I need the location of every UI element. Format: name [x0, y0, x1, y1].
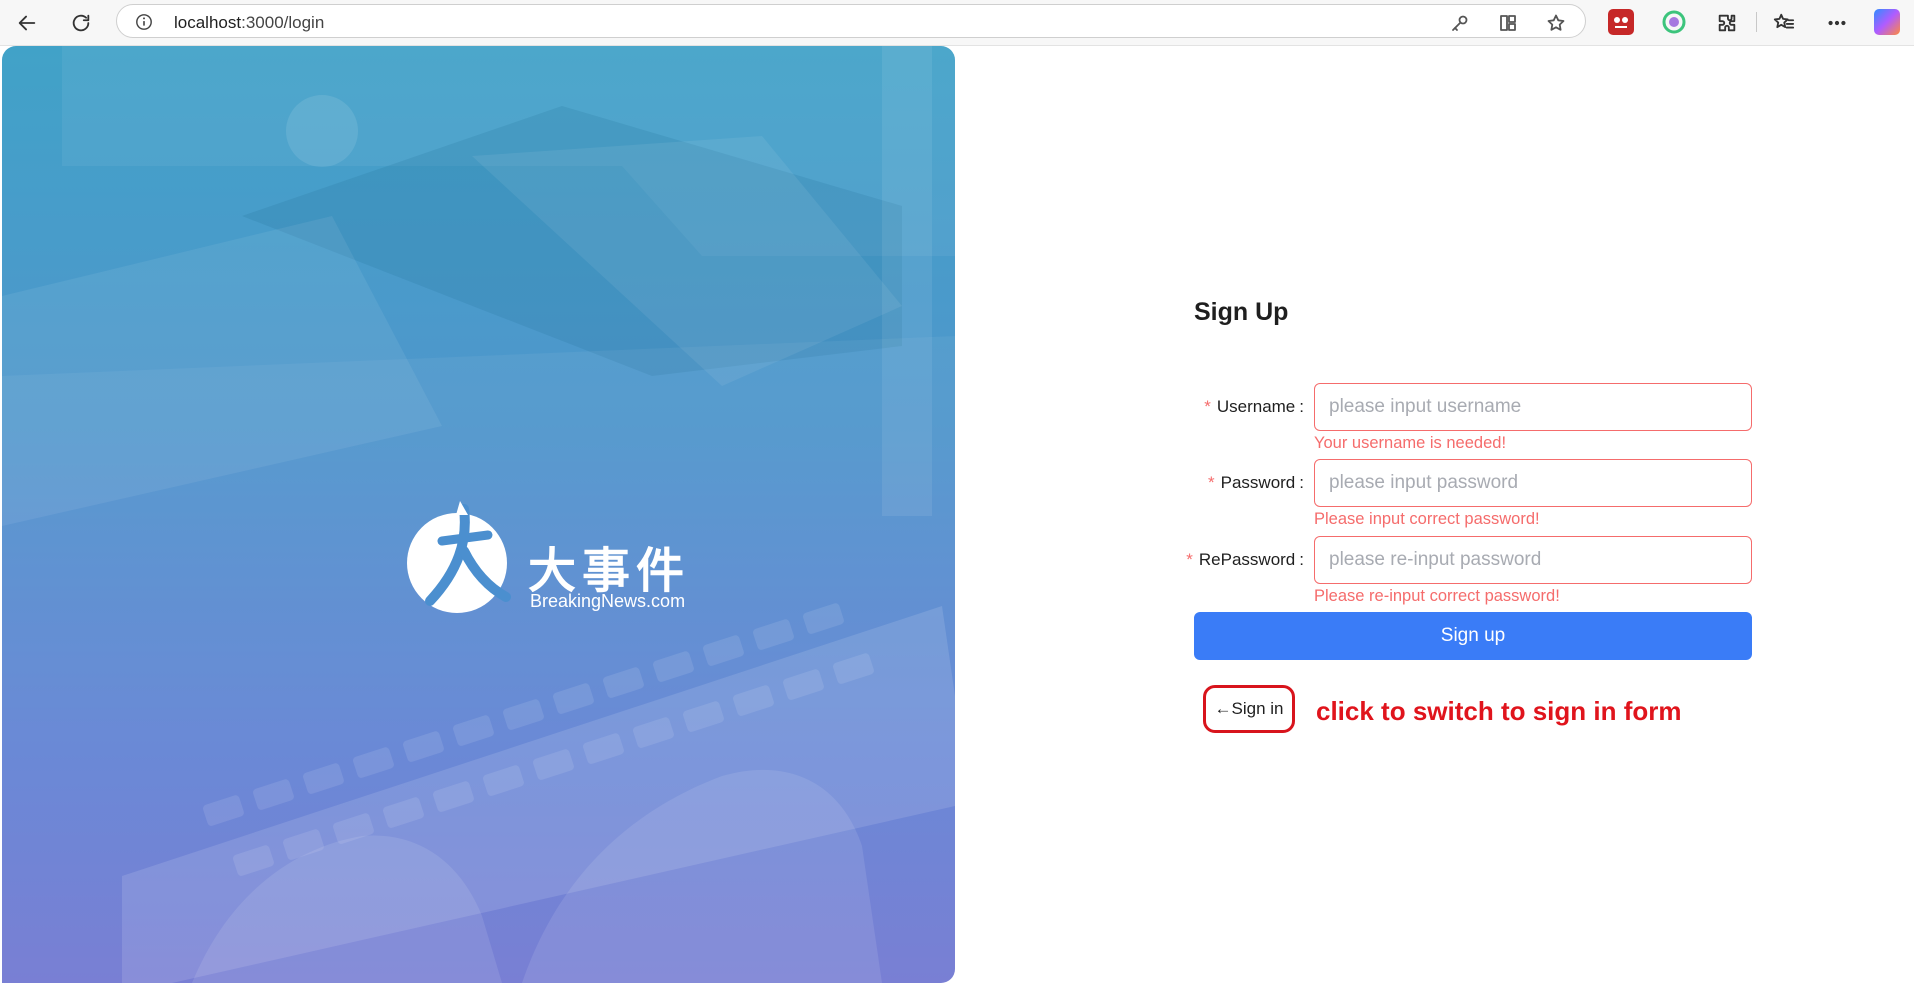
extension-red-icon[interactable]	[1608, 9, 1634, 35]
repassword-label-text: RePassword	[1198, 550, 1296, 569]
info-icon[interactable]	[135, 13, 153, 31]
favorites-icon[interactable]	[1767, 6, 1801, 40]
copilot-icon[interactable]	[1874, 9, 1900, 35]
required-mark: *	[1208, 473, 1215, 492]
brand-name-en: BreakingNews.com	[530, 591, 686, 611]
brand-logo-icon	[407, 501, 511, 613]
label-colon: :	[1299, 473, 1304, 492]
password-error: Please input correct password!	[1314, 510, 1540, 528]
label-colon: :	[1299, 397, 1304, 416]
url-host: localhost	[174, 13, 242, 32]
more-icon[interactable]	[1820, 6, 1854, 40]
form-title: Sign Up	[1194, 298, 1289, 326]
sign-in-link[interactable]: ←Sign in	[1203, 685, 1295, 733]
repassword-input[interactable]	[1314, 536, 1752, 584]
sign-up-button[interactable]: Sign up	[1194, 612, 1752, 660]
app-grid-icon[interactable]	[1498, 13, 1518, 33]
password-label-text: Password	[1220, 473, 1296, 492]
toolbar-divider	[1756, 12, 1757, 32]
browser-toolbar: localhost:3000/login	[0, 0, 1914, 46]
hero-panel: 大事件 BreakingNews.com	[2, 46, 955, 983]
reload-icon[interactable]	[64, 6, 98, 40]
username-error: Your username is needed!	[1314, 434, 1507, 452]
repassword-error: Please re-input correct password!	[1314, 587, 1560, 605]
key-icon[interactable]	[1450, 13, 1470, 33]
extensions-icon[interactable]	[1710, 6, 1744, 40]
username-input[interactable]	[1314, 383, 1752, 431]
extension-green-icon[interactable]	[1661, 9, 1687, 35]
password-input[interactable]	[1314, 459, 1752, 507]
username-label-text: Username	[1216, 397, 1296, 416]
favorite-star-icon[interactable]	[1546, 13, 1566, 33]
required-mark: *	[1186, 550, 1193, 569]
url-text[interactable]: localhost:3000/login	[174, 13, 324, 33]
back-icon[interactable]	[10, 6, 44, 40]
password-label: * Password:	[1208, 459, 1304, 507]
address-bar[interactable]: localhost:3000/login	[116, 4, 1586, 38]
username-label: * Username:	[1204, 383, 1304, 431]
label-colon: :	[1299, 550, 1304, 569]
url-path: :3000/login	[241, 13, 325, 32]
repassword-label: * RePassword:	[1186, 536, 1304, 584]
brand-logo: 大事件 BreakingNews.com	[402, 501, 702, 621]
annotation-text: click to switch to sign in form	[1316, 696, 1682, 726]
required-mark: *	[1204, 397, 1211, 416]
